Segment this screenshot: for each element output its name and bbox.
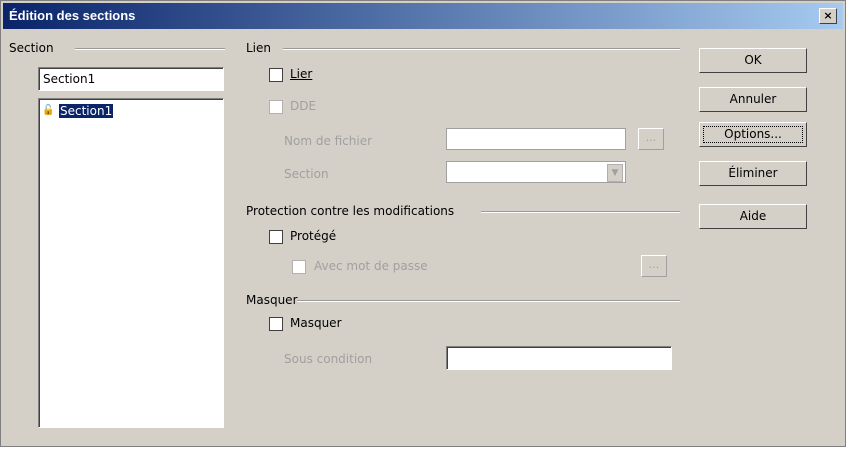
masquer-label: Masquer [290, 316, 342, 330]
tree-item-section1[interactable]: Section1 [59, 104, 114, 118]
protege-checkbox[interactable] [269, 230, 283, 244]
filename-label: Nom de fichier [284, 134, 373, 148]
lier-label: Lier [290, 67, 313, 81]
section-name-value: Section1 [43, 72, 96, 86]
password-button[interactable]: ... [641, 255, 667, 277]
annuler-button[interactable]: Annuler [699, 87, 807, 112]
filename-browse-button[interactable]: ... [638, 128, 664, 150]
section-name-input[interactable]: Section1 [38, 67, 224, 91]
protection-group-label: Protection contre les modifications [246, 204, 455, 218]
password-checkbox[interactable] [292, 260, 306, 274]
protection-divider [481, 211, 680, 213]
condition-input[interactable] [446, 346, 672, 370]
protege-label: Protégé [290, 229, 337, 243]
close-button[interactable]: × [819, 8, 837, 24]
lock-link-icon: 🔓 [42, 105, 55, 116]
title-bar: Édition des sections × [3, 3, 843, 29]
password-label: Avec mot de passe [314, 259, 428, 273]
masquer-group-label: Masquer [246, 293, 298, 307]
filename-input[interactable] [446, 128, 626, 150]
masquer-checkbox[interactable] [269, 317, 283, 331]
lien-divider [283, 48, 680, 50]
edit-sections-dialog: Édition des sections × Section Section1 … [0, 0, 846, 447]
masquer-divider [297, 300, 680, 302]
dde-checkbox[interactable] [269, 100, 283, 114]
chevron-down-icon[interactable]: ▼ [607, 164, 623, 182]
section-tree[interactable]: 🔓 Section1 [38, 98, 224, 428]
section-group-label: Section [9, 41, 54, 55]
section-select[interactable]: ▼ [446, 161, 626, 183]
condition-label: Sous condition [284, 352, 373, 366]
section-select-label: Section [284, 167, 329, 181]
lier-checkbox[interactable] [269, 68, 283, 82]
section-divider [75, 48, 225, 50]
dde-label: DDE [290, 99, 317, 113]
lien-group-label: Lien [246, 41, 272, 55]
options-button[interactable]: Options... [699, 122, 807, 147]
window-title: Édition des sections [9, 8, 136, 23]
ok-button[interactable]: OK [699, 48, 807, 73]
eliminer-button[interactable]: Éliminer [699, 161, 807, 186]
aide-button[interactable]: Aide [699, 204, 807, 229]
